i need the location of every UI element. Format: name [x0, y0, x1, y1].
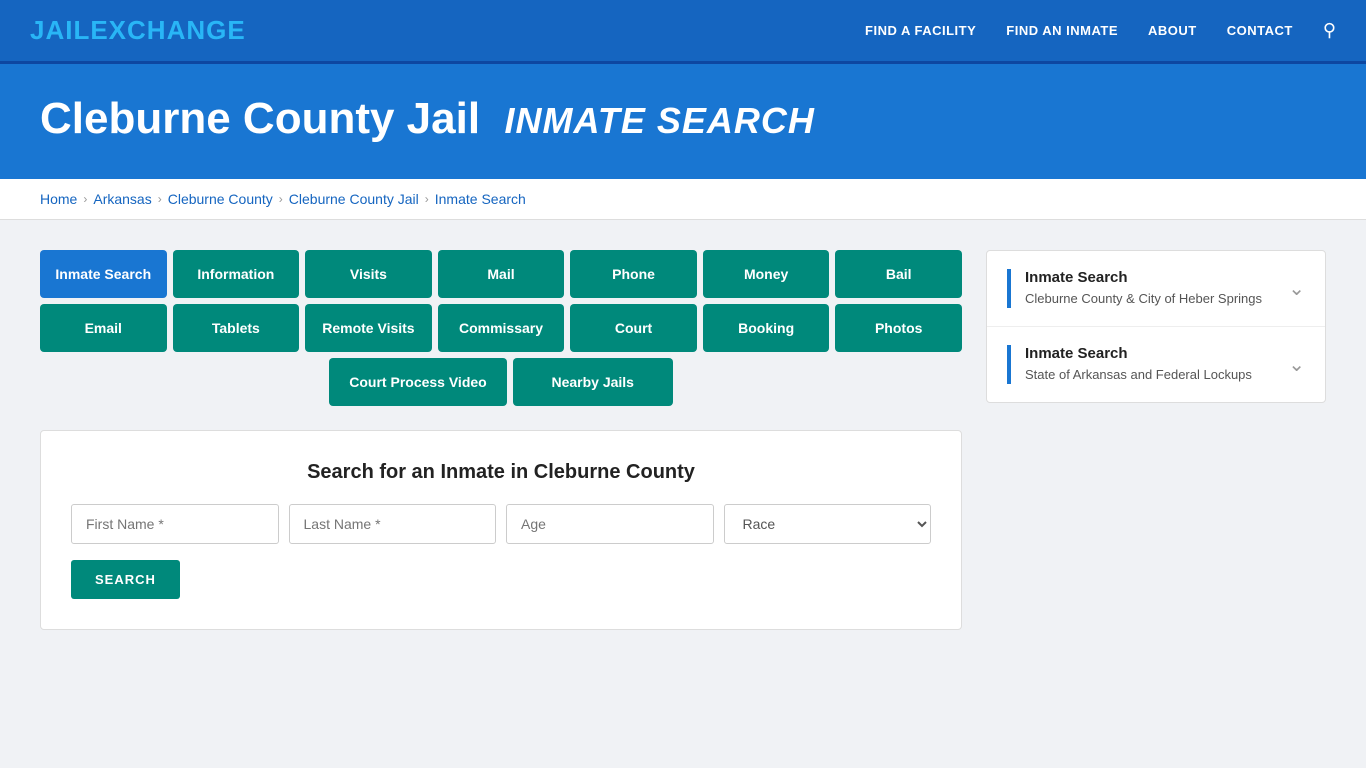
tab-commissary[interactable]: Commissary [438, 304, 565, 352]
search-icon[interactable]: ⚲ [1323, 20, 1336, 41]
tab-remote-visits[interactable]: Remote Visits [305, 304, 432, 352]
chevron-down-icon-1: ⌄ [1288, 276, 1305, 301]
breadcrumb-sep-3: › [279, 192, 283, 206]
breadcrumb-sep-1: › [83, 192, 87, 206]
tab-booking[interactable]: Booking [703, 304, 830, 352]
tab-bail[interactable]: Bail [835, 250, 962, 298]
nav-find-inmate[interactable]: FIND AN INMATE [1006, 23, 1118, 38]
hero-title-italic: INMATE SEARCH [505, 100, 815, 141]
content-area: Inmate Search Information Visits Mail Ph… [0, 220, 1366, 660]
tab-court-process-video[interactable]: Court Process Video [329, 358, 506, 406]
first-name-input[interactable] [71, 504, 279, 544]
tab-phone[interactable]: Phone [570, 250, 697, 298]
nav-about[interactable]: ABOUT [1148, 23, 1197, 38]
tab-court[interactable]: Court [570, 304, 697, 352]
hero-section: Cleburne County Jail INMATE SEARCH [0, 64, 1366, 179]
tabs-row-1: Inmate Search Information Visits Mail Ph… [40, 250, 962, 298]
search-title: Search for an Inmate in Cleburne County [71, 461, 931, 484]
age-input[interactable] [506, 504, 714, 544]
search-fields: Race White Black Hispanic Asian Other [71, 504, 931, 544]
tab-nearby-jails[interactable]: Nearby Jails [513, 358, 673, 406]
tabs-row-3: Court Process Video Nearby Jails [40, 358, 962, 406]
sidebar-item-2-subtitle: State of Arkansas and Federal Lockups [1025, 366, 1252, 384]
search-button[interactable]: SEARCH [71, 560, 180, 599]
tab-mail[interactable]: Mail [438, 250, 565, 298]
tab-visits[interactable]: Visits [305, 250, 432, 298]
breadcrumb-arkansas[interactable]: Arkansas [93, 191, 151, 207]
sidebar-card: Inmate Search Cleburne County & City of … [986, 250, 1326, 403]
site-logo[interactable]: JAILEXCHANGE [30, 15, 246, 46]
breadcrumb: Home › Arkansas › Cleburne County › Cleb… [40, 191, 1326, 207]
race-select[interactable]: Race White Black Hispanic Asian Other [724, 504, 932, 544]
page-title: Cleburne County Jail INMATE SEARCH [40, 94, 1326, 144]
tab-information[interactable]: Information [173, 250, 300, 298]
tab-inmate-search[interactable]: Inmate Search [40, 250, 167, 298]
chevron-down-icon-2: ⌄ [1288, 352, 1305, 377]
breadcrumb-jail[interactable]: Cleburne County Jail [289, 191, 419, 207]
nav-contact[interactable]: CONTACT [1227, 23, 1293, 38]
nav-links: FIND A FACILITY FIND AN INMATE ABOUT CON… [865, 20, 1336, 41]
tab-email[interactable]: Email [40, 304, 167, 352]
sidebar: Inmate Search Cleburne County & City of … [986, 250, 1326, 630]
sidebar-item-1-content: Inmate Search Cleburne County & City of … [1007, 269, 1262, 308]
logo-exchange: EXCHANGE [90, 15, 245, 45]
breadcrumb-sep-2: › [158, 192, 162, 206]
hero-title-main: Cleburne County Jail [40, 94, 480, 143]
breadcrumb-bar: Home › Arkansas › Cleburne County › Cleb… [0, 179, 1366, 220]
tab-money[interactable]: Money [703, 250, 830, 298]
sidebar-item-2-title: Inmate Search [1025, 345, 1252, 362]
main-content: Inmate Search Information Visits Mail Ph… [40, 250, 962, 630]
sidebar-item-1[interactable]: Inmate Search Cleburne County & City of … [987, 251, 1325, 327]
sidebar-item-1-title: Inmate Search [1025, 269, 1262, 286]
navbar: JAILEXCHANGE FIND A FACILITY FIND AN INM… [0, 0, 1366, 64]
breadcrumb-cleburne-county[interactable]: Cleburne County [168, 191, 273, 207]
sidebar-item-2-content: Inmate Search State of Arkansas and Fede… [1007, 345, 1252, 384]
breadcrumb-sep-4: › [425, 192, 429, 206]
search-box: Search for an Inmate in Cleburne County … [40, 430, 962, 630]
tabs-row-2: Email Tablets Remote Visits Commissary C… [40, 304, 962, 352]
nav-find-facility[interactable]: FIND A FACILITY [865, 23, 976, 38]
sidebar-item-1-subtitle: Cleburne County & City of Heber Springs [1025, 290, 1262, 308]
last-name-input[interactable] [289, 504, 497, 544]
tab-photos[interactable]: Photos [835, 304, 962, 352]
breadcrumb-home[interactable]: Home [40, 191, 77, 207]
logo-jail: JAIL [30, 15, 90, 45]
breadcrumb-current: Inmate Search [435, 191, 526, 207]
tab-tablets[interactable]: Tablets [173, 304, 300, 352]
sidebar-item-2[interactable]: Inmate Search State of Arkansas and Fede… [987, 327, 1325, 402]
